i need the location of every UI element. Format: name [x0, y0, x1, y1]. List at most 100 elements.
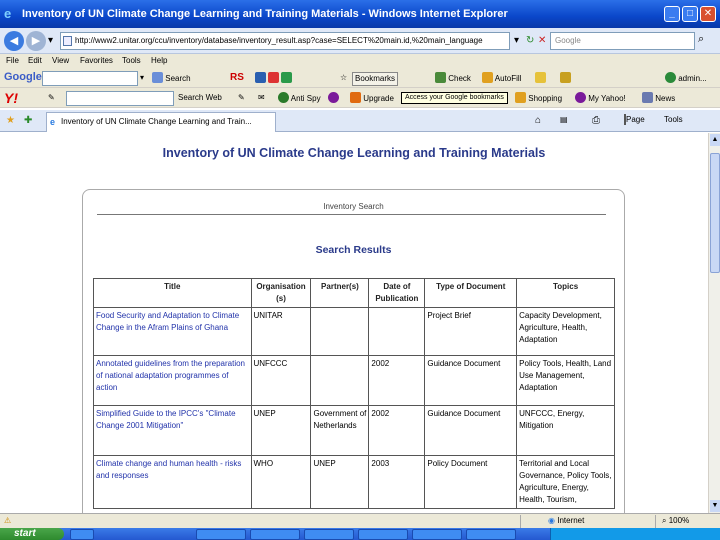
- cell-organisation: WHO: [250, 455, 312, 509]
- rss-button[interactable]: RS: [230, 72, 244, 84]
- address-dropdown[interactable]: ▾: [514, 34, 519, 48]
- google-search-input[interactable]: [42, 71, 138, 86]
- bookmark-star-icon[interactable]: ☆: [340, 72, 347, 84]
- taskbar-item[interactable]: [358, 529, 408, 540]
- taskbar-item[interactable]: [466, 529, 516, 540]
- taskbar-item[interactable]: [250, 529, 300, 540]
- taskbar-item[interactable]: [412, 529, 462, 540]
- cell-topics: Capacity Development, Agriculture, Healt…: [516, 307, 615, 356]
- bookmarks-button[interactable]: Bookmarks: [352, 72, 399, 86]
- url-text: http://www2.unitar.org/ccu/inventory/dat…: [75, 36, 483, 45]
- google-search-button[interactable]: Search: [152, 72, 191, 85]
- tab-active[interactable]: e Inventory of UN Climate Change Learnin…: [46, 112, 276, 132]
- result-link[interactable]: Simplified Guide to the IPCC's "Climate …: [96, 409, 236, 430]
- cell-date: 2002: [368, 405, 426, 456]
- url-input[interactable]: http://www2.unitar.org/ccu/inventory/dat…: [60, 32, 510, 50]
- minimize-button[interactable]: _: [664, 6, 680, 22]
- taskbar-item[interactable]: [304, 529, 354, 540]
- mail-icon[interactable]: ✉: [258, 92, 265, 104]
- menu-edit[interactable]: Edit: [28, 56, 42, 65]
- cell-partners: UNEP: [310, 455, 370, 509]
- search-input[interactable]: Google: [550, 32, 695, 50]
- account-button[interactable]: admin...: [665, 72, 707, 85]
- cell-date: 2003: [368, 455, 426, 509]
- favorites-star-icon[interactable]: ★: [6, 115, 15, 126]
- cell-date: [368, 307, 426, 356]
- news-button[interactable]: News: [642, 92, 675, 105]
- my-yahoo-button[interactable]: My Yahoo!: [575, 92, 626, 105]
- page-menu-button[interactable]: Page: [624, 114, 645, 125]
- shield-icon: [278, 92, 289, 103]
- results-table: Title Organisation (s) Partner(s) Date o…: [93, 278, 615, 509]
- quick-launch-group[interactable]: [70, 529, 94, 540]
- cell-title: Simplified Guide to the IPCC's "Climate …: [93, 405, 252, 456]
- table-row: Food Security and Adaptation to Climate …: [93, 307, 615, 356]
- highlight-icon[interactable]: [535, 72, 546, 85]
- cell-type: Policy Document: [424, 455, 518, 509]
- autofill-icon: [482, 72, 493, 83]
- table-row: Simplified Guide to the IPCC's "Climate …: [93, 405, 615, 456]
- bookmarks-tooltip: Access your Google bookmarks: [401, 92, 508, 104]
- forward-button[interactable]: ▶: [26, 31, 46, 51]
- results-panel: Inventory Search Search Results Title Or…: [82, 189, 625, 513]
- cell-partners: [310, 307, 370, 356]
- stop-icon[interactable]: ✕: [538, 34, 546, 48]
- yahoo-circle-icon[interactable]: [328, 92, 339, 105]
- cell-topics: Territorial and Local Governance, Policy…: [516, 455, 615, 509]
- menu-view[interactable]: View: [52, 56, 69, 65]
- cell-partners: Government of Netherlands: [310, 405, 370, 456]
- feeds-icon[interactable]: ▤: [560, 115, 568, 124]
- menu-help[interactable]: Help: [151, 56, 167, 65]
- result-link[interactable]: Food Security and Adaptation to Climate …: [96, 311, 239, 332]
- back-button[interactable]: ◀: [4, 31, 24, 51]
- window-titlebar: e Inventory of UN Climate Change Learnin…: [0, 0, 720, 28]
- yahoo-toolbar: Y! ✎ Search Web ✎ ✉ Anti Spy Upgrade Acc…: [0, 88, 720, 108]
- google-toolbar: Google ▾ Search RS ☆ Bookmarks Check Aut…: [0, 68, 720, 88]
- menu-bar: File Edit View Favorites Tools Help: [0, 54, 720, 68]
- refresh-icon[interactable]: ↻: [526, 34, 534, 48]
- toolbar-icons-group[interactable]: [255, 72, 293, 85]
- tab-title: Inventory of UN Climate Change Learning …: [61, 117, 252, 126]
- result-link[interactable]: Annotated guidelines from the preparatio…: [96, 359, 245, 392]
- shopping-icon: [515, 92, 526, 103]
- close-button[interactable]: ✕: [700, 6, 716, 22]
- yahoo-search-input[interactable]: [66, 91, 174, 106]
- menu-favorites[interactable]: Favorites: [80, 56, 113, 65]
- add-favorite-icon[interactable]: ✚: [24, 115, 32, 126]
- yahoo-pencil-icon[interactable]: ✎: [48, 92, 55, 104]
- vertical-scrollbar[interactable]: ▲ ▼: [708, 133, 720, 513]
- taskbar-item[interactable]: [196, 529, 246, 540]
- pencil-icon[interactable]: [560, 72, 571, 85]
- check-button[interactable]: Check: [435, 72, 471, 85]
- window-title: Inventory of UN Climate Change Learning …: [22, 8, 508, 20]
- header-topics: Topics: [516, 278, 615, 308]
- autofill-button[interactable]: AutoFill: [482, 72, 521, 85]
- scroll-thumb[interactable]: [710, 153, 720, 273]
- page-content: Inventory of UN Climate Change Learning …: [0, 133, 708, 513]
- zoom-control[interactable]: ⌕ 100%: [662, 516, 689, 526]
- google-logo: Google: [4, 71, 42, 83]
- start-button[interactable]: start: [0, 528, 64, 540]
- share-icon: [255, 72, 266, 83]
- upgrade-button[interactable]: Upgrade: [350, 92, 394, 105]
- result-link[interactable]: Climate change and human health - risks …: [96, 459, 241, 480]
- anti-spy-button[interactable]: Anti Spy: [278, 92, 321, 105]
- shopping-button[interactable]: Shopping: [515, 92, 562, 105]
- maximize-button[interactable]: □: [682, 6, 698, 22]
- scroll-up-arrow[interactable]: ▲: [710, 134, 720, 146]
- results-heading: Search Results: [315, 244, 392, 256]
- google-dropdown-icon[interactable]: ▾: [140, 72, 144, 84]
- menu-tools[interactable]: Tools: [122, 56, 141, 65]
- print-icon[interactable]: ⎙: [592, 115, 600, 126]
- header-partners: Partner(s): [310, 278, 370, 308]
- nav-history-dropdown[interactable]: ▾: [48, 34, 53, 48]
- menu-file[interactable]: File: [6, 56, 19, 65]
- edit-icon[interactable]: ✎: [238, 92, 245, 104]
- scroll-down-arrow[interactable]: ▼: [710, 500, 720, 512]
- my-yahoo-icon: [575, 92, 586, 103]
- home-icon[interactable]: ⌂: [535, 115, 541, 126]
- search-web-button[interactable]: Search Web: [178, 92, 222, 104]
- table-row: Climate change and human health - risks …: [93, 455, 615, 509]
- search-icon[interactable]: ⌕: [698, 33, 704, 46]
- tools-menu-button[interactable]: Tools: [664, 115, 683, 124]
